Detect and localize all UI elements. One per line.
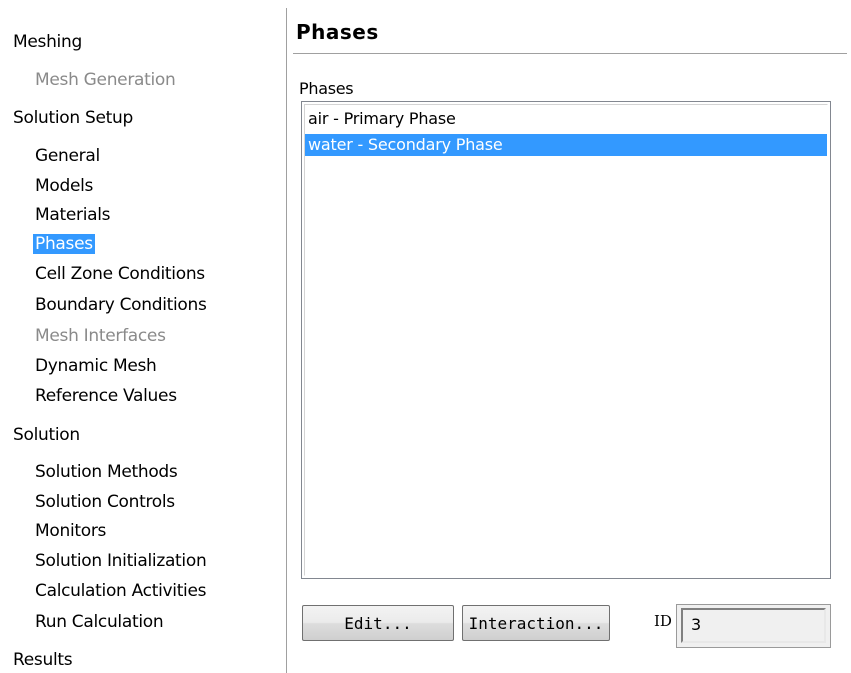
nav-item-mesh-interfaces[interactable]: Mesh Interfaces <box>33 325 168 347</box>
nav-item-label: Calculation Activities <box>35 581 207 601</box>
nav-item-label: Monitors <box>35 521 107 541</box>
nav-item-mesh-generation[interactable]: Mesh Generation <box>33 69 178 91</box>
nav-item-results[interactable]: Results <box>11 649 74 671</box>
nav-item-label: Solution Setup <box>13 108 133 128</box>
panel-title: Phases <box>296 20 379 44</box>
panel-divider[interactable] <box>286 8 287 673</box>
phases-list[interactable]: air - Primary Phase water - Secondary Ph… <box>301 101 831 579</box>
nav-item-label: General <box>35 146 100 166</box>
nav-item-label: Run Calculation <box>35 612 164 632</box>
nav-item-solution-controls[interactable]: Solution Controls <box>33 491 177 513</box>
edit-button[interactable]: Edit... <box>302 605 454 641</box>
id-label: ID <box>654 612 672 630</box>
title-separator <box>293 53 847 54</box>
nav-item-monitors[interactable]: Monitors <box>33 520 108 542</box>
nav-item-general[interactable]: General <box>33 145 102 167</box>
nav-item-label: Dynamic Mesh <box>35 356 157 376</box>
nav-item-label: Materials <box>35 205 111 225</box>
nav-item-label: Meshing <box>13 32 82 52</box>
nav-item-label: Reference Values <box>35 386 177 406</box>
id-field-inset <box>681 608 826 643</box>
nav-item-label: Boundary Conditions <box>35 295 207 315</box>
nav-item-label: Solution Controls <box>35 492 175 512</box>
nav-item-label: Mesh Interfaces <box>35 326 166 346</box>
nav-item-label: Solution Methods <box>35 462 178 482</box>
nav-item-reference-values[interactable]: Reference Values <box>33 385 179 407</box>
phase-row-water[interactable]: water - Secondary Phase <box>305 134 827 156</box>
id-value: 3 <box>691 615 702 634</box>
nav-item-dynamic-mesh[interactable]: Dynamic Mesh <box>33 355 159 377</box>
nav-item-solution[interactable]: Solution <box>11 424 82 446</box>
nav-item-models[interactable]: Models <box>33 175 95 197</box>
nav-item-meshing[interactable]: Meshing <box>11 31 84 53</box>
nav-item-label: Mesh Generation <box>35 70 176 90</box>
nav-item-phases[interactable]: Phases <box>33 233 95 255</box>
nav-item-solution-setup[interactable]: Solution Setup <box>11 107 135 129</box>
phases-list-frame <box>304 104 828 576</box>
nav-item-run-calculation[interactable]: Run Calculation <box>33 611 165 633</box>
nav-item-label: Solution <box>13 425 80 445</box>
interaction-button[interactable]: Interaction... <box>462 605 610 641</box>
nav-item-cell-zone-conditions[interactable]: Cell Zone Conditions <box>33 263 207 285</box>
nav-item-materials[interactable]: Materials <box>33 204 112 226</box>
phase-row-air[interactable]: air - Primary Phase <box>305 108 827 130</box>
navigation-tree: Meshing Mesh Generation Solution Setup G… <box>0 0 285 673</box>
nav-item-label: Cell Zone Conditions <box>35 264 205 284</box>
nav-item-label: Solution Initialization <box>35 551 207 571</box>
nav-item-label: Models <box>35 176 94 196</box>
id-field: 3 <box>676 604 831 648</box>
nav-item-boundary-conditions[interactable]: Boundary Conditions <box>33 294 209 316</box>
nav-item-label: Results <box>13 650 73 670</box>
nav-item-calculation-activities[interactable]: Calculation Activities <box>33 580 208 602</box>
nav-item-solution-initialization[interactable]: Solution Initialization <box>33 550 208 572</box>
phases-list-label: Phases <box>299 79 354 98</box>
nav-item-label: Phases <box>33 234 95 254</box>
nav-item-solution-methods[interactable]: Solution Methods <box>33 461 179 483</box>
